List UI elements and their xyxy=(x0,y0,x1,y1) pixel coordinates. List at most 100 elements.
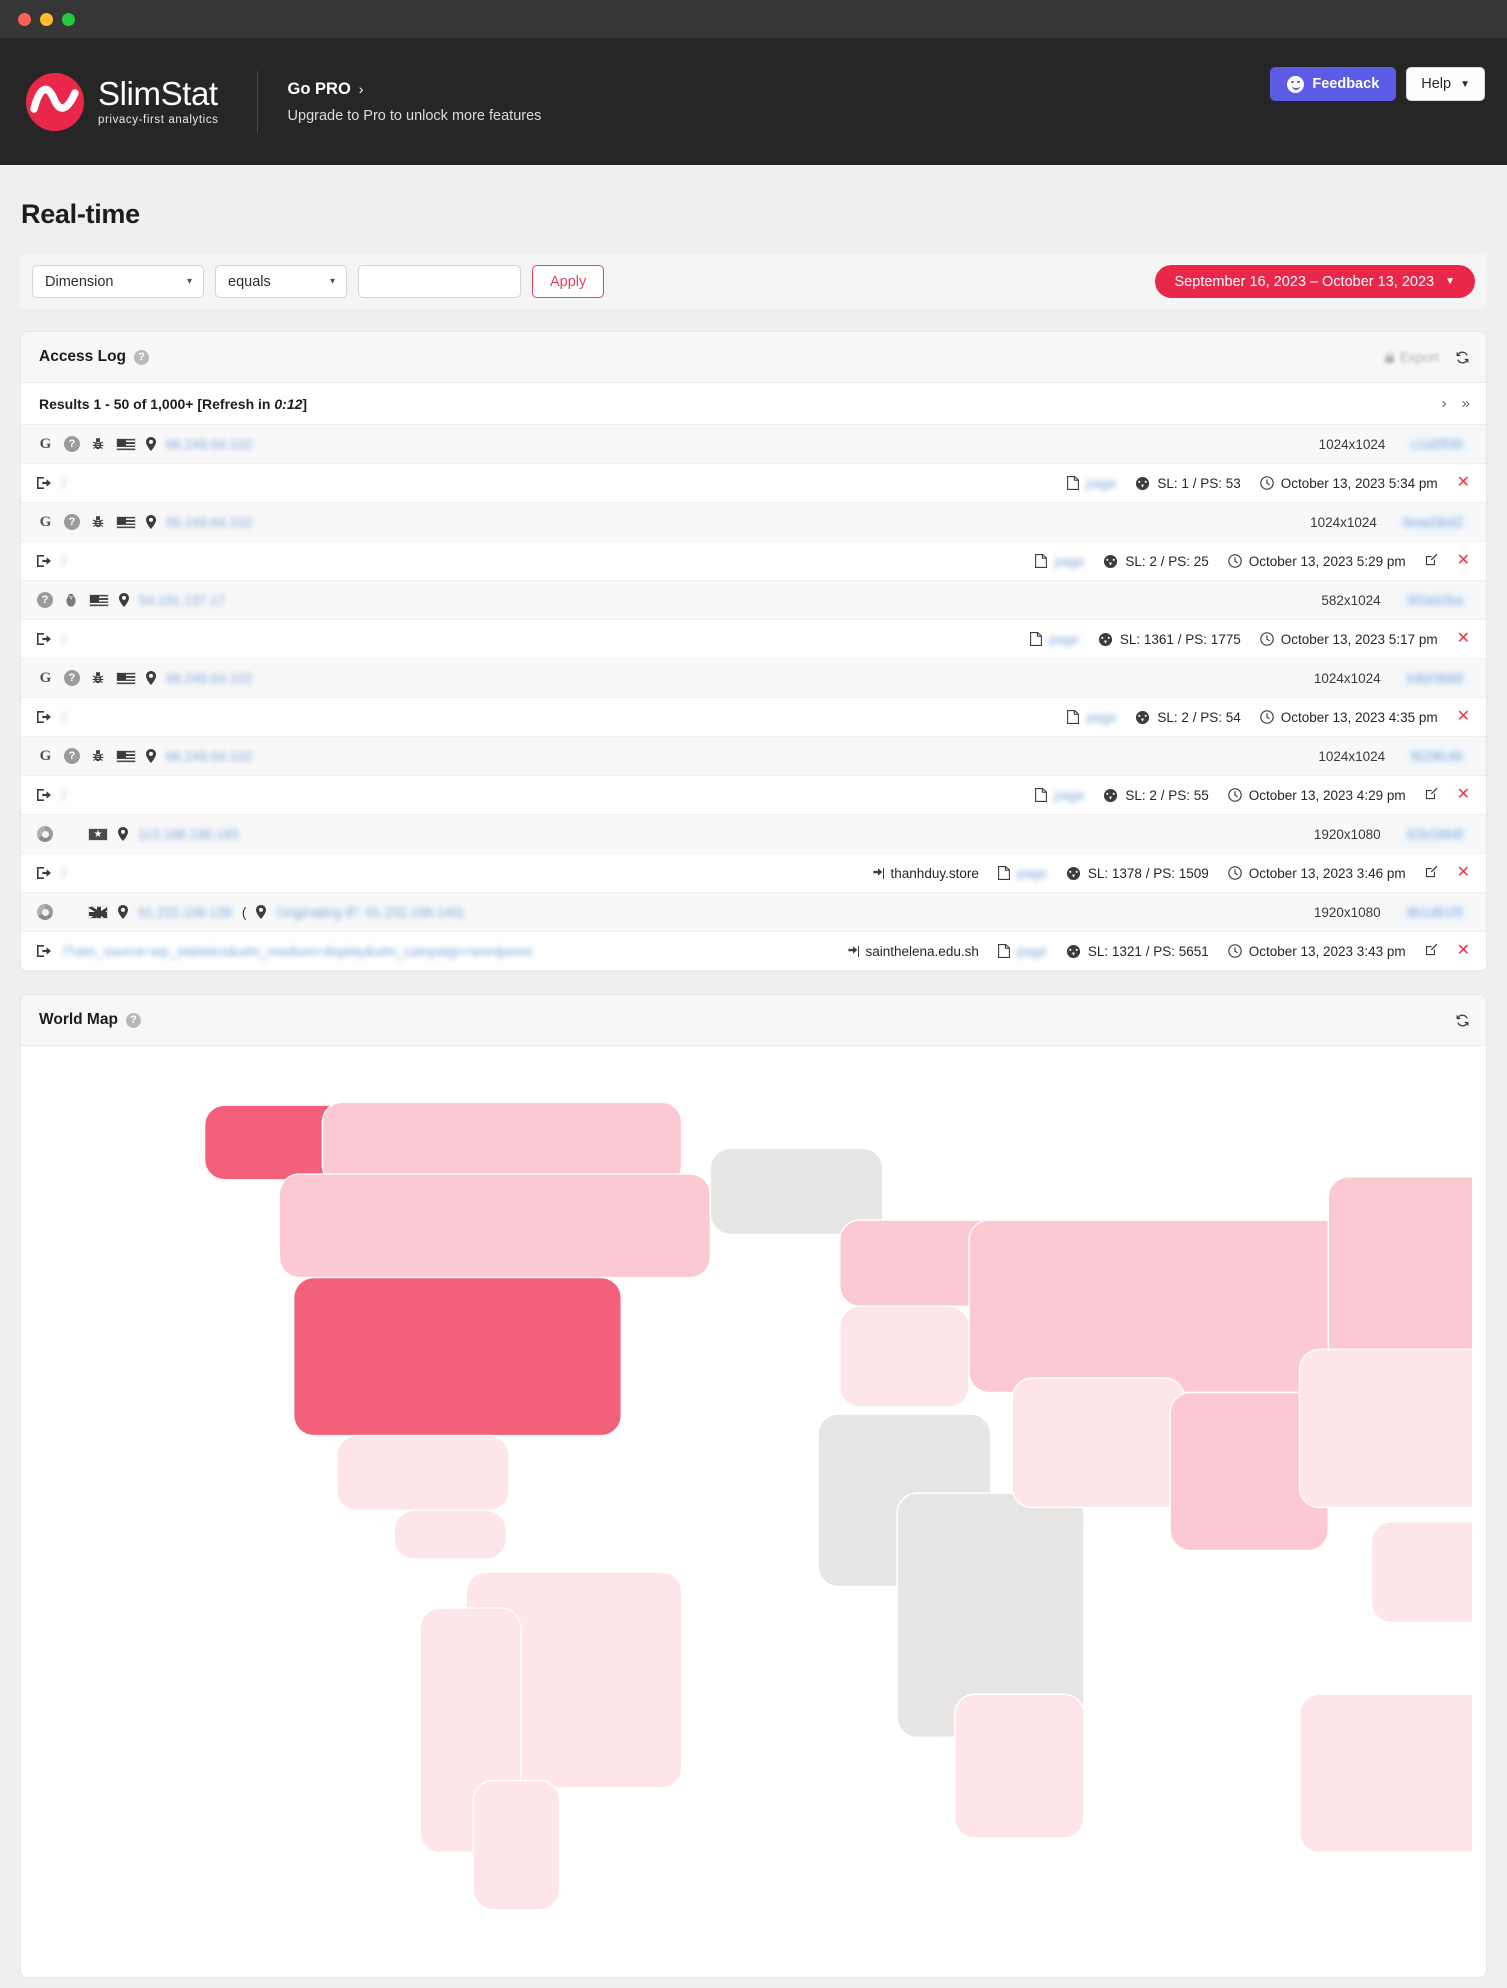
delete-row-button[interactable]: ✕ xyxy=(1457,709,1470,725)
page-link-group[interactable]: page xyxy=(997,865,1047,881)
access-log-row-visitor: ★ 113.188.196.185 1920x1080 82b1884f xyxy=(21,815,1486,854)
visitor-ip[interactable]: 54.191.137.17 xyxy=(139,593,225,608)
edit-icon[interactable] xyxy=(1425,865,1438,881)
visitor-ip[interactable]: 66.249.64.102 xyxy=(166,749,252,764)
pageview-url[interactable]: /?utm_source=wp_statistics&utm_medium=di… xyxy=(62,944,533,959)
timestamp-group: October 13, 2023 5:34 pm xyxy=(1259,476,1438,491)
export-button[interactable]: Export xyxy=(1384,350,1439,365)
pageview-url[interactable]: / xyxy=(62,554,66,569)
delete-row-button[interactable]: ✕ xyxy=(1457,631,1470,647)
visitor-hash[interactable]: f629fc46 xyxy=(1404,746,1470,766)
screen-resolution: 1024x1024 xyxy=(1310,514,1377,530)
help-button[interactable]: Help ▼ xyxy=(1406,67,1485,101)
pageview-url[interactable]: / xyxy=(62,476,66,491)
brand-logo[interactable]: SlimStat privacy-first analytics xyxy=(26,72,219,131)
map-region-mexico[interactable] xyxy=(336,1434,510,1512)
map-region-australia[interactable] xyxy=(1298,1693,1472,1854)
date-range-picker[interactable]: September 16, 2023 – October 13, 2023 ▼ xyxy=(1154,265,1475,298)
world-map-svg[interactable] xyxy=(35,1062,1472,1953)
map-region-southern-africa[interactable] xyxy=(953,1693,1085,1839)
help-icon[interactable]: ? xyxy=(134,349,150,365)
visitor-hash[interactable]: 82b1884f xyxy=(1399,824,1470,844)
pageview-url[interactable]: / xyxy=(62,632,66,647)
session-stats: SL: 1 / PS: 53 xyxy=(1157,475,1241,491)
map-region-southern-cone[interactable] xyxy=(472,1779,561,1911)
flag-united-states-icon xyxy=(116,749,136,763)
location-pin-icon xyxy=(146,671,156,685)
page-link-group[interactable]: page xyxy=(1035,788,1084,803)
pageview-url[interactable]: / xyxy=(62,866,66,881)
results-prefix: Results 1 - 50 of 1,000+ [Refresh in xyxy=(39,395,275,412)
map-region-china[interactable] xyxy=(1298,1348,1472,1509)
maximize-window-button[interactable] xyxy=(62,12,75,26)
visitor-hash[interactable]: 8ead3bd2 xyxy=(1395,512,1470,532)
delete-row-button[interactable]: ✕ xyxy=(1457,865,1470,881)
page-link-group[interactable]: page xyxy=(1067,476,1116,491)
page-link-group[interactable]: page xyxy=(997,944,1047,959)
map-region-central-america[interactable] xyxy=(393,1509,508,1560)
visitor-meta: G? 66.249.64.102 xyxy=(37,670,1314,687)
page-link-group[interactable]: page xyxy=(1029,631,1079,647)
edit-icon[interactable] xyxy=(1425,943,1438,959)
visitor-hash[interactable]: c1d2ff35 xyxy=(1404,434,1470,454)
page-link-label: page xyxy=(1016,865,1047,881)
visitor-ip[interactable]: 113.188.196.185 xyxy=(138,827,238,842)
visitor-ip[interactable]: 66.249.64.102 xyxy=(166,515,252,530)
close-window-button[interactable] xyxy=(18,12,31,26)
edit-icon[interactable] xyxy=(1425,787,1438,803)
refresh-icon[interactable] xyxy=(1455,350,1470,365)
page-link-group[interactable]: page xyxy=(1035,554,1084,569)
visitor-ip[interactable]: 91.232.198.139 xyxy=(138,905,232,920)
page-document-icon xyxy=(1035,788,1048,802)
smiley-icon xyxy=(1287,75,1305,93)
feedback-button[interactable]: Feedback xyxy=(1270,67,1397,101)
help-icon[interactable]: ? xyxy=(125,1012,141,1028)
visitor-hash[interactable]: 9f2a92ba xyxy=(1399,590,1470,610)
delete-row-button[interactable]: ✕ xyxy=(1457,787,1470,803)
referrer-domain-group[interactable]: sainthelena.edu.sh xyxy=(845,944,979,959)
map-region-canada[interactable] xyxy=(278,1173,712,1279)
visitor-ip[interactable]: 66.249.64.102 xyxy=(166,437,252,452)
edit-icon[interactable] xyxy=(1425,553,1438,569)
map-region-middle-east[interactable] xyxy=(1011,1377,1186,1509)
world-map-body[interactable] xyxy=(21,1046,1486,1977)
pageview-url[interactable]: / xyxy=(62,788,66,803)
go-pro-link[interactable]: Go PRO › xyxy=(288,80,542,99)
next-page-button[interactable]: › xyxy=(1442,395,1447,412)
pageview-url[interactable]: / xyxy=(62,710,66,725)
speed-gauge-icon xyxy=(1066,866,1081,881)
access-log-actions: Export xyxy=(1384,350,1470,365)
delete-row-button[interactable]: ✕ xyxy=(1457,475,1470,491)
visitor-hash[interactable]: 8b1d61f5 xyxy=(1399,902,1470,922)
dimension-select[interactable]: Dimension ▾ xyxy=(32,265,204,298)
originating-ip[interactable]: Originating IP: 91.232.198.140) xyxy=(276,905,464,920)
exit-arrow-icon xyxy=(37,866,52,880)
map-region-southeast-asia[interactable] xyxy=(1370,1521,1472,1624)
page-link-label: page xyxy=(1048,631,1079,647)
brand-name: SlimStat xyxy=(98,74,218,112)
map-region-united-states[interactable] xyxy=(292,1276,623,1437)
map-region-canada-north[interactable] xyxy=(321,1101,683,1187)
refresh-icon[interactable] xyxy=(1455,1013,1470,1028)
minimize-window-button[interactable] xyxy=(40,12,53,26)
session-stats-group: SL: 1378 / PS: 1509 xyxy=(1066,866,1209,881)
page-link-label: page xyxy=(1054,787,1085,803)
visitor-ip[interactable]: 66.249.64.102 xyxy=(166,671,252,686)
page-link-group[interactable]: page xyxy=(1067,710,1116,725)
delete-row-button[interactable]: ✕ xyxy=(1457,943,1470,959)
pageview-url-group: / xyxy=(37,554,1035,569)
access-log-title-group: Access Log ? xyxy=(39,348,150,366)
referrer-domain-group[interactable]: thanhduy.store xyxy=(870,866,979,881)
chevron-down-icon: ▾ xyxy=(329,276,335,287)
map-region-russia-west[interactable] xyxy=(968,1219,1344,1394)
map-region-western-europe[interactable] xyxy=(839,1305,970,1408)
apply-button[interactable]: Apply xyxy=(532,265,605,298)
exit-arrow-icon xyxy=(37,788,52,802)
operator-select[interactable]: equals ▾ xyxy=(215,265,347,298)
filter-value-input[interactable] xyxy=(358,265,521,298)
last-page-button[interactable]: » xyxy=(1462,395,1470,412)
visitor-hash[interactable]: b9bf3b88 xyxy=(1399,668,1470,688)
brand-tagline: privacy-first analytics xyxy=(98,113,219,126)
delete-row-button[interactable]: ✕ xyxy=(1457,553,1470,569)
page-document-icon xyxy=(997,944,1010,958)
